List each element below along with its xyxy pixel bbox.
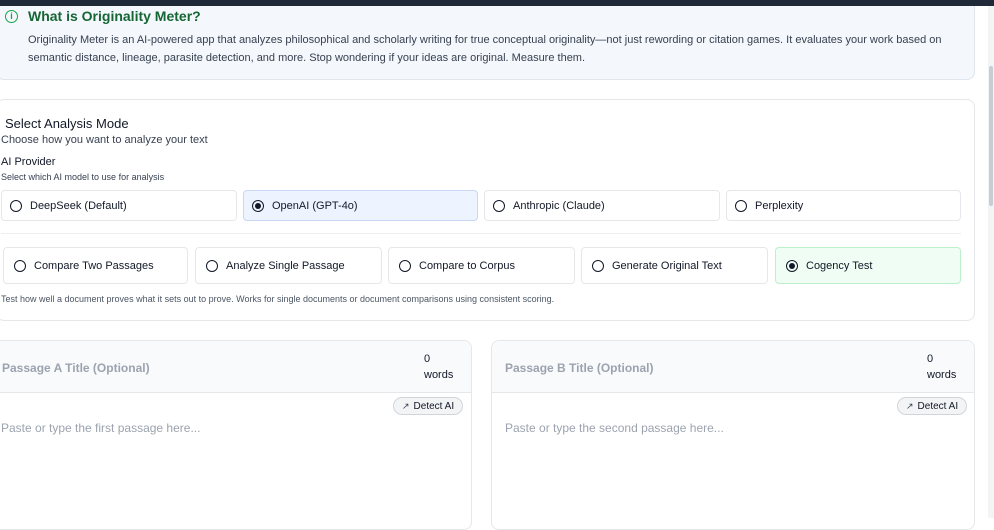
passage-a-title-input[interactable]: Passage A Title (Optional) xyxy=(2,361,150,375)
provider-subheading: Select which AI model to use for analysi… xyxy=(1,172,165,182)
scrollbar[interactable] xyxy=(988,6,994,518)
passage-b-card: Passage B Title (Optional) 0 words xyxy=(491,340,975,530)
provider-option-deepseek[interactable]: DeepSeek (Default) xyxy=(1,190,237,221)
word-count-value: 0 xyxy=(927,353,934,365)
provider-label: OpenAI (GPT-4o) xyxy=(272,199,358,212)
word-count-unit: words xyxy=(424,369,454,381)
radio-icon[interactable] xyxy=(14,259,26,272)
provider-label: Anthropic (Claude) xyxy=(513,199,605,212)
passage-b-word-count: 0 words xyxy=(927,351,967,383)
provider-option-openai[interactable]: OpenAI (GPT-4o) xyxy=(243,190,478,221)
mode-label: Generate Original Text xyxy=(612,259,722,272)
mode-description: Test how well a document proves what it … xyxy=(1,294,555,304)
passage-a-header: Passage A Title (Optional) 0 words xyxy=(0,341,471,393)
passage-a-detect-ai-button[interactable]: ↗ Detect AI xyxy=(393,397,464,415)
info-description: Originality Meter is an AI-powered app t… xyxy=(28,34,942,64)
scrollbar-thumb[interactable] xyxy=(989,66,993,206)
provider-label: Perplexity xyxy=(755,199,804,212)
mode-heading: Select Analysis Mode xyxy=(5,116,129,131)
passage-b-header: Passage B Title (Optional) 0 words xyxy=(492,341,974,393)
radio-checked-icon[interactable] xyxy=(786,259,798,272)
passage-a-textarea[interactable]: Paste or type the first passage here... xyxy=(1,421,200,435)
word-count-value: 0 xyxy=(424,353,431,365)
info-title: What is Originality Meter? xyxy=(28,8,201,24)
external-link-icon: ↗ xyxy=(906,400,914,411)
external-link-icon: ↗ xyxy=(402,400,410,411)
radio-icon[interactable] xyxy=(735,199,747,212)
passage-a-card: Passage A Title (Optional) 0 words xyxy=(0,340,472,530)
passage-b-title-input[interactable]: Passage B Title (Optional) xyxy=(505,361,653,375)
mode-option-generate-original[interactable]: Generate Original Text xyxy=(581,247,768,284)
mode-label: Compare to Corpus xyxy=(419,259,515,272)
radio-icon[interactable] xyxy=(592,259,604,272)
mode-option-compare-corpus[interactable]: Compare to Corpus xyxy=(388,247,575,284)
mode-option-cogency-test[interactable]: Cogency Test xyxy=(775,247,961,284)
passage-a-word-count: 0 words xyxy=(424,351,464,383)
provider-heading: AI Provider xyxy=(1,156,56,168)
provider-option-anthropic[interactable]: Anthropic (Claude) xyxy=(484,190,720,221)
mode-label: Compare Two Passages xyxy=(34,259,154,272)
detect-ai-label: Detect AI xyxy=(413,400,455,412)
radio-icon[interactable] xyxy=(206,259,218,272)
radio-icon[interactable] xyxy=(493,199,505,212)
radio-icon[interactable] xyxy=(399,259,411,272)
mode-subheading: Choose how you want to analyze your text xyxy=(1,134,208,146)
provider-option-perplexity[interactable]: Perplexity xyxy=(726,190,961,221)
mode-option-compare-two[interactable]: Compare Two Passages xyxy=(3,247,188,284)
info-icon: i xyxy=(5,10,18,23)
detect-ai-label: Detect AI xyxy=(917,400,959,412)
passage-b-detect-ai-button[interactable]: ↗ Detect AI xyxy=(897,397,968,415)
info-banner: i What is Originality Meter? Originality… xyxy=(0,6,975,80)
provider-label: DeepSeek (Default) xyxy=(30,199,127,212)
mode-option-analyze-single[interactable]: Analyze Single Passage xyxy=(195,247,382,284)
radio-icon[interactable] xyxy=(10,199,22,212)
radio-checked-icon[interactable] xyxy=(252,199,264,212)
passage-b-textarea[interactable]: Paste or type the second passage here... xyxy=(505,421,724,435)
divider xyxy=(1,233,961,234)
word-count-unit: words xyxy=(927,369,957,381)
mode-label: Cogency Test xyxy=(806,259,873,272)
mode-label: Analyze Single Passage xyxy=(226,259,345,272)
